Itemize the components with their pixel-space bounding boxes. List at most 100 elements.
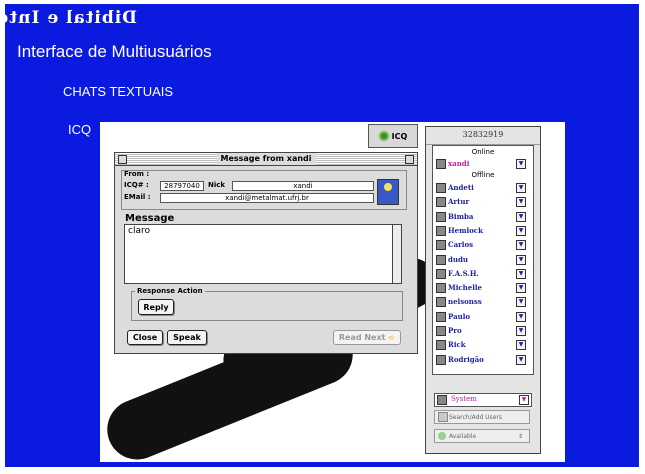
section-heading: CHATS TEXTUAIS (63, 84, 174, 99)
system-label: System (451, 395, 477, 403)
list-item[interactable]: Paulo ▼ (436, 311, 528, 323)
system-icon (437, 395, 447, 405)
chevron-down-icon[interactable]: ▼ (516, 311, 526, 322)
list-item[interactable]: Pro ▼ (436, 325, 528, 337)
chevron-down-icon[interactable]: ▼ (516, 225, 526, 236)
online-header: Online (471, 148, 495, 156)
user-icon (436, 340, 446, 351)
close-button[interactable]: Close (127, 330, 163, 345)
icq-flower-icon (378, 131, 389, 141)
list-item[interactable]: Rick ▼ (436, 339, 528, 351)
user-icon (436, 283, 446, 294)
contact-name: Rodrigão (448, 354, 484, 364)
user-icon (436, 297, 446, 308)
user-icon (436, 159, 446, 169)
contact-name: Hemlock (448, 225, 483, 235)
uin-number: 32832919 (426, 127, 540, 145)
list-item[interactable]: F.A.S.H. ▼ (436, 268, 528, 280)
user-icon (436, 211, 446, 222)
message-label: Message (125, 213, 175, 224)
reply-button[interactable]: Reply (138, 299, 174, 315)
app-label: ICQ (68, 122, 92, 137)
email-label: EMail : (124, 193, 151, 201)
user-icon (436, 326, 446, 336)
contact-name: Artur (448, 197, 470, 207)
list-item[interactable]: Rodrigão ▼ (436, 354, 528, 366)
mirrored-slide-heading: Dibital e Interfaces (5, 8, 137, 28)
response-action-label: Response Action (135, 287, 205, 295)
list-item[interactable]: nelsonss ▼ (436, 296, 528, 308)
contact-list: Online xandi ▼ Offline Andeti ▼ Artur ▼ Bimb… (432, 145, 534, 375)
chevron-down-icon[interactable]: ▼ (516, 254, 526, 265)
system-dropdown[interactable]: System ▼ (434, 393, 532, 407)
list-item[interactable]: Carlos ▼ (436, 239, 528, 251)
contact-name: Bimba (448, 211, 474, 221)
zoom-box-icon[interactable] (405, 155, 414, 164)
user-icon (436, 311, 446, 322)
status-flower-icon (438, 432, 446, 440)
slide-title: Interface de Multiusuários (17, 42, 212, 61)
contact-name: Rick (448, 340, 466, 350)
chevron-down-icon[interactable]: ▼ (516, 211, 526, 222)
user-icon (436, 183, 446, 193)
email-field[interactable]: xandi@metalmat.ufrj.br (160, 193, 374, 203)
user-icon (436, 254, 446, 265)
chevron-down-icon[interactable]: ▼ (516, 159, 526, 169)
close-box-icon[interactable] (118, 155, 127, 164)
list-item[interactable]: Michelle ▼ (436, 282, 528, 294)
contact-name: Carlos (448, 240, 474, 250)
contact-name: F.A.S.H. (448, 268, 479, 278)
contact-name: Michelle (448, 283, 482, 293)
contact-name: Andeti (448, 183, 474, 192)
offline-header: Offline (471, 171, 495, 179)
user-icon (436, 268, 446, 279)
chevron-down-icon[interactable]: ▼ (516, 240, 526, 251)
chevron-down-icon[interactable]: ▼ (516, 197, 526, 208)
user-icon (436, 240, 446, 251)
contact-name: xandi (448, 159, 470, 168)
chevron-down-icon[interactable]: ▼ (516, 283, 526, 294)
response-action-group: Response Action Reply (131, 287, 403, 321)
message-text-area[interactable]: claro (124, 224, 402, 284)
icq-number-label: ICQ# : (124, 181, 149, 189)
status-label: Available (449, 432, 477, 440)
icq-button[interactable]: ICQ (368, 124, 418, 148)
chevron-down-icon[interactable]: ▼ (516, 354, 526, 365)
chevron-down-icon[interactable]: ▼ (516, 340, 526, 351)
nick-label: Nick (208, 181, 226, 189)
list-item[interactable]: xandi ▼ (436, 158, 528, 170)
chevron-down-icon[interactable]: ▼ (516, 326, 526, 336)
arrow-right-icon: ➪ (388, 333, 396, 342)
chevron-down-icon[interactable]: ▼ (516, 183, 526, 193)
contact-list-window: 32832919 Online xandi ▼ Offline Andeti ▼ A… (425, 126, 541, 454)
contact-name: Paulo (448, 311, 471, 321)
list-item[interactable]: Artur ▼ (436, 196, 528, 208)
nick-field[interactable]: xandi (232, 181, 374, 191)
speak-button[interactable]: Speak (167, 330, 207, 345)
chevron-down-icon[interactable]: ▼ (516, 297, 526, 308)
list-item[interactable]: Bimba ▼ (436, 211, 528, 223)
contact-name: nelsonss (448, 297, 482, 307)
status-dropdown[interactable]: Available ⇕ (434, 429, 530, 443)
search-users-icon (438, 412, 448, 422)
chevron-down-icon[interactable]: ▼ (519, 395, 529, 405)
message-window-titlebar[interactable]: Message from xandi (115, 153, 417, 166)
list-item[interactable]: dudu ▼ (436, 254, 528, 266)
message-window-title: Message from xandi (216, 153, 316, 165)
up-down-arrows-icon: ⇕ (517, 432, 523, 440)
search-add-users-button[interactable]: Search/Add Users (434, 410, 530, 424)
contact-name: dudu (448, 254, 468, 264)
list-item[interactable]: Andeti ▼ (436, 182, 528, 194)
message-scrollbar[interactable] (392, 225, 401, 283)
contact-name: Pro (448, 326, 462, 335)
user-icon (436, 197, 446, 208)
icq-number-field[interactable]: 28797040 (160, 181, 204, 191)
list-item[interactable]: Hemlock ▼ (436, 225, 528, 237)
from-label: From : (124, 170, 150, 178)
read-next-button[interactable]: Read Next ➪ (333, 330, 401, 345)
message-text: claro (128, 226, 150, 236)
message-window: Message from xandi From : ICQ# : 2879704… (114, 152, 418, 354)
chevron-down-icon[interactable]: ▼ (516, 268, 526, 279)
from-group: From : ICQ# : 28797040 Nick xandi EMail … (121, 170, 407, 210)
user-details-icon[interactable] (377, 179, 399, 205)
